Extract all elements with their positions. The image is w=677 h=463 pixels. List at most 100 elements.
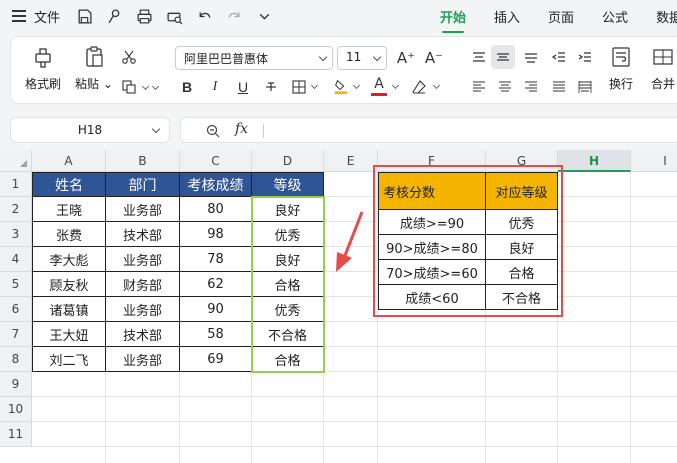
align-left-icon[interactable] <box>469 77 489 97</box>
lookup-cell[interactable]: 优秀 <box>486 210 558 235</box>
column-header-a[interactable]: A <box>32 150 106 172</box>
chevron-down-icon[interactable] <box>391 81 400 90</box>
column-header-b[interactable]: B <box>106 150 180 172</box>
table-cell[interactable]: 诸葛镇 <box>32 297 106 322</box>
table-cell[interactable]: 58 <box>180 322 252 347</box>
increase-font-icon[interactable]: A⁺ <box>395 47 417 69</box>
print-icon[interactable] <box>136 8 153 25</box>
table-cell[interactable]: 业务部 <box>106 247 180 272</box>
row-header-5[interactable]: 5 <box>0 272 32 297</box>
table-cell[interactable]: 财务部 <box>106 272 180 297</box>
copy-icon[interactable] <box>119 77 139 97</box>
row-header-10[interactable]: 10 <box>0 397 32 422</box>
table-cell[interactable]: 90 <box>180 297 252 322</box>
lookup-cell[interactable]: 不合格 <box>486 285 558 310</box>
bold-button[interactable]: B <box>177 77 197 97</box>
row-header-8[interactable]: 8 <box>0 347 32 372</box>
table-cell[interactable]: 业务部 <box>106 347 180 372</box>
table-cell[interactable]: 顾友秋 <box>32 272 106 297</box>
print-preview-icon[interactable] <box>166 8 183 25</box>
undo-icon[interactable] <box>196 8 213 25</box>
align-right-icon[interactable] <box>521 77 541 97</box>
table-cell[interactable]: 王大妞 <box>32 322 106 347</box>
merge-cells-button[interactable]: 合并 <box>651 45 675 92</box>
table-cell[interactable]: 良好 <box>252 197 324 222</box>
lookup-cell[interactable]: 合格 <box>486 260 558 285</box>
table-cell[interactable]: 80 <box>180 197 252 222</box>
lookup-cell[interactable]: 90>成绩>=80 <box>378 235 486 260</box>
table-cell[interactable]: 技术部 <box>106 222 180 247</box>
eraser-icon[interactable] <box>409 77 429 97</box>
column-header-e[interactable]: E <box>324 150 378 172</box>
format-painter-button[interactable]: 格式刷 <box>25 45 61 92</box>
redo-icon[interactable] <box>226 8 243 25</box>
share-icon[interactable] <box>106 8 123 25</box>
table-cell[interactable]: 技术部 <box>106 322 180 347</box>
font-size-select[interactable]: 11 <box>337 46 387 70</box>
italic-button[interactable]: I <box>205 77 225 97</box>
cut-icon[interactable] <box>119 47 139 67</box>
fx-icon[interactable]: fx <box>235 121 248 137</box>
column-header-f[interactable]: F <box>378 150 486 172</box>
row-header-3[interactable]: 3 <box>0 222 32 247</box>
save-icon[interactable] <box>76 8 93 25</box>
chevron-down-icon[interactable] <box>432 81 441 90</box>
align-middle-icon[interactable] <box>491 45 515 69</box>
table-cell[interactable]: 优秀 <box>252 222 324 247</box>
table-cell[interactable]: 不合格 <box>252 322 324 347</box>
table-cell[interactable]: 优秀 <box>252 297 324 322</box>
lookup-cell[interactable]: 70>成绩>=60 <box>378 260 486 285</box>
table-cell[interactable]: 刘二飞 <box>32 347 106 372</box>
column-header-g[interactable]: G <box>486 150 558 172</box>
row-header-11[interactable]: 11 <box>0 422 32 447</box>
border-icon[interactable] <box>289 77 309 97</box>
decrease-font-icon[interactable]: A⁻ <box>423 47 445 69</box>
column-header-d[interactable]: D <box>252 150 324 172</box>
row-header-6[interactable]: 6 <box>0 297 32 322</box>
copy-dropdown-icon[interactable] <box>141 82 150 91</box>
align-center-icon[interactable] <box>495 77 515 97</box>
lookup-cell[interactable]: 良好 <box>486 235 558 260</box>
row-header-2[interactable]: 2 <box>0 197 32 222</box>
select-all-corner[interactable] <box>0 150 32 172</box>
column-header-c[interactable]: C <box>180 150 252 172</box>
tab-page[interactable]: 页面 <box>548 7 574 26</box>
paste-button[interactable]: 粘贴 ⌄ <box>75 45 113 92</box>
tab-formula[interactable]: 公式 <box>602 7 628 26</box>
table-cell[interactable]: 李大彪 <box>32 247 106 272</box>
align-top-icon[interactable] <box>469 47 489 67</box>
align-bottom-icon[interactable] <box>521 47 541 67</box>
chevron-down-icon[interactable] <box>352 81 361 90</box>
table-cell[interactable]: 98 <box>180 222 252 247</box>
column-header-i[interactable]: I <box>631 150 677 172</box>
table-cell[interactable]: 78 <box>180 247 252 272</box>
table-cell[interactable]: 业务部 <box>106 297 180 322</box>
table-cell[interactable]: 62 <box>180 272 252 297</box>
lookup-cell[interactable]: 成绩>=90 <box>378 210 486 235</box>
table-cell[interactable]: 业务部 <box>106 197 180 222</box>
formula-bar[interactable]: fx <box>180 117 677 143</box>
tab-insert[interactable]: 插入 <box>494 7 520 26</box>
table-cell[interactable]: 合格 <box>252 347 324 372</box>
underline-button[interactable]: U <box>233 77 253 97</box>
menu-icon[interactable] <box>12 10 26 22</box>
zoom-icon[interactable] <box>205 123 221 139</box>
chevron-down-icon[interactable] <box>151 124 161 134</box>
table-cell[interactable]: 王晓 <box>32 197 106 222</box>
spreadsheet-grid[interactable]: A B C D E F G H I 1 2 3 4 5 6 7 8 9 10 11 姓名 部门 考核成绩 等级 王晓 业务部 80 良… <box>0 150 677 463</box>
table-cell[interactable]: 合格 <box>252 272 324 297</box>
table-cell[interactable]: 良好 <box>252 247 324 272</box>
decrease-indent-icon[interactable] <box>549 47 569 67</box>
column-header-h[interactable]: H <box>558 150 631 172</box>
name-box[interactable]: H18 <box>10 117 170 143</box>
fill-color-icon[interactable] <box>331 75 351 97</box>
chevron-down-icon[interactable] <box>310 81 319 90</box>
font-family-select[interactable]: 阿里巴巴普惠体 <box>175 46 333 70</box>
file-menu[interactable]: 文件 <box>34 7 60 26</box>
tab-data[interactable]: 数据 <box>656 7 677 26</box>
row-header-7[interactable]: 7 <box>0 322 32 347</box>
row-header-9[interactable]: 9 <box>0 372 32 397</box>
increase-indent-icon[interactable] <box>575 47 595 67</box>
table-cell[interactable]: 69 <box>180 347 252 372</box>
tab-home[interactable]: 开始 <box>440 7 466 33</box>
